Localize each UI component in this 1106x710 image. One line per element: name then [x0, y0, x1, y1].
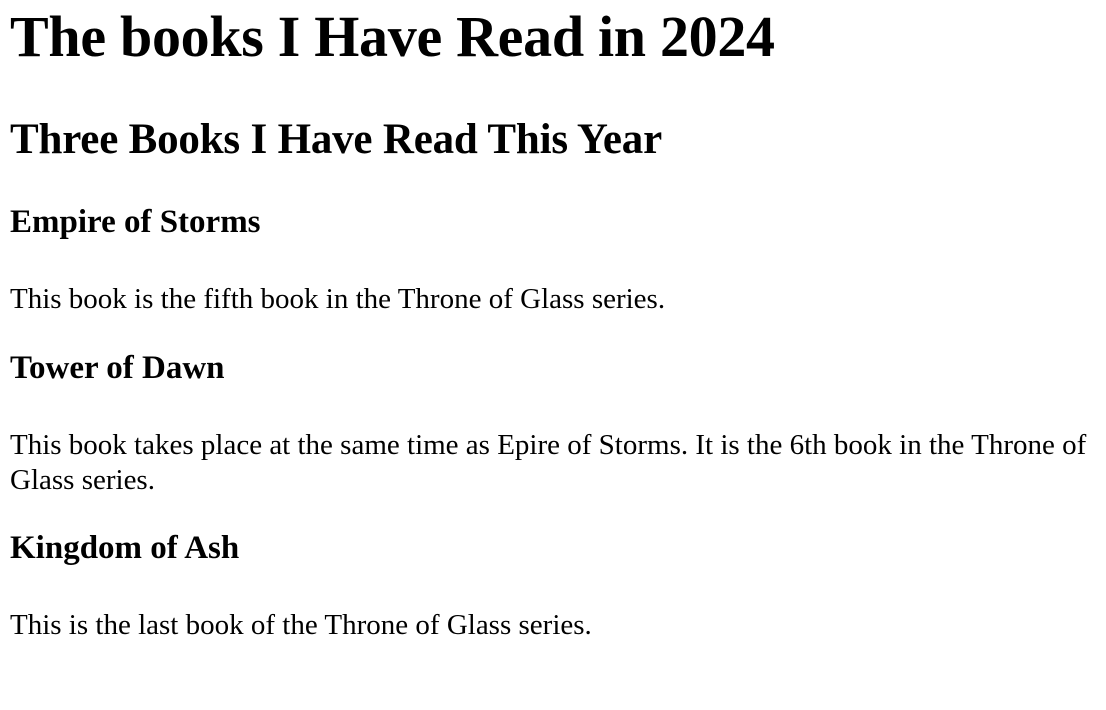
book-title: Empire of Storms: [10, 204, 261, 241]
page-title: The books I Have Read in 2024: [10, 4, 775, 69]
book-section-1: Empire of Storms This book is the fifth …: [10, 204, 1096, 317]
book-section-3: Kingdom of Ash This is the last book of …: [10, 530, 1096, 643]
page-subtitle: Three Books I Have Read This Year: [10, 115, 662, 163]
page-content: The books I Have Read in 2024 Three Book…: [0, 4, 1106, 643]
book-description: This book is the fifth book in the Thron…: [10, 283, 666, 316]
book-title: Tower of Dawn: [10, 349, 225, 386]
book-section-2: Tower of Dawn This book takes place at t…: [10, 350, 1096, 498]
book-title: Kingdom of Ash: [10, 530, 240, 567]
book-description: This is the last book of the Throne of G…: [10, 609, 592, 642]
book-description: This book takes place at the same time a…: [10, 428, 1087, 496]
